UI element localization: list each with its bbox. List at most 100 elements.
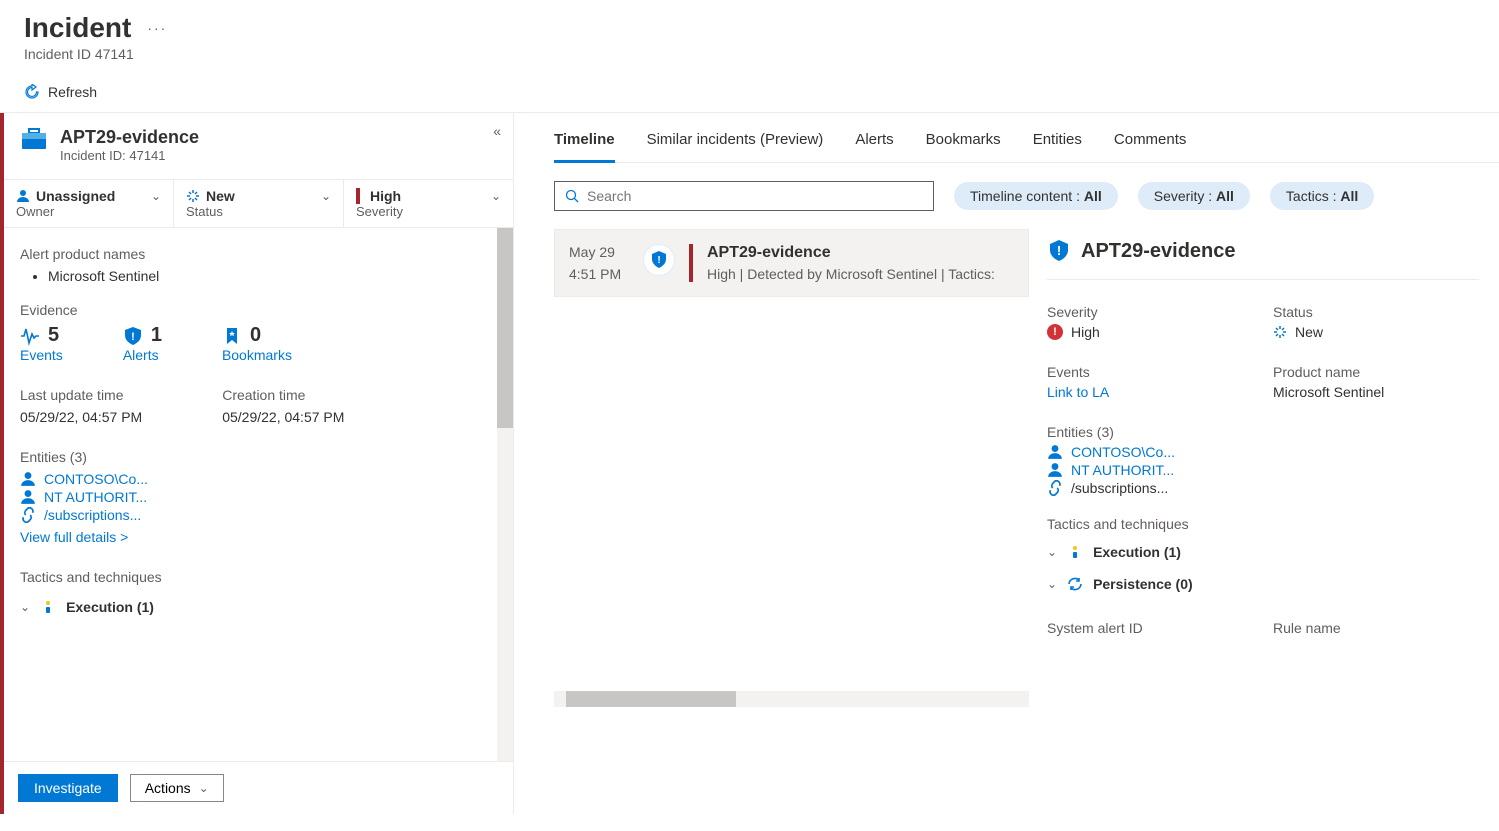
refresh-button[interactable]: Refresh <box>24 80 97 104</box>
chevron-down-icon: ⌄ <box>491 189 501 203</box>
more-menu-icon[interactable]: ··· <box>147 20 167 36</box>
entity-item-user[interactable]: NT AUTHORIT... <box>1047 462 1479 478</box>
evidence-alerts[interactable]: ! 1 Alerts <box>123 324 162 363</box>
chevron-down-icon: ⌄ <box>321 189 331 203</box>
timeline-item-subtitle: High | Detected by Microsoft Sentinel | … <box>707 266 1014 282</box>
scrollbar-vertical[interactable] <box>497 228 513 761</box>
person-icon <box>20 471 36 487</box>
alerts-shield-icon: ! <box>123 326 143 346</box>
last-update-label: Last update time <box>20 387 142 403</box>
filter-severity[interactable]: Severity : All <box>1138 182 1250 210</box>
person-icon <box>16 189 30 203</box>
entities-label: Entities (3) <box>20 449 497 465</box>
left-scroll-area[interactable]: Alert product names Microsoft Sentinel E… <box>4 228 513 761</box>
tab-alerts[interactable]: Alerts <box>855 131 893 162</box>
entity-item-link[interactable]: /subscriptions... <box>20 507 497 523</box>
detail-title: APT29-evidence <box>1081 240 1236 263</box>
filter-timeline-content[interactable]: Timeline content : All <box>954 182 1118 210</box>
incident-id: Incident ID: 47141 <box>60 148 199 163</box>
severity-high-icon: ! <box>1047 324 1063 340</box>
detail-product-value: Microsoft Sentinel <box>1273 384 1479 400</box>
last-update-value: 05/29/22, 04:57 PM <box>20 409 142 425</box>
tactic-execution[interactable]: ⌄ Execution (1) <box>20 591 497 623</box>
search-icon <box>565 189 579 203</box>
svg-text:!: ! <box>131 331 135 343</box>
page-header: Incident ··· Incident ID 47141 Refresh <box>0 0 1499 113</box>
person-icon <box>1047 462 1063 478</box>
tab-timeline[interactable]: Timeline <box>554 131 615 163</box>
severity-bar-icon <box>356 188 360 204</box>
person-icon <box>1047 444 1063 460</box>
chevron-down-icon: ⌄ <box>1047 577 1057 591</box>
owner-dropdown[interactable]: Unassigned ⌄ Owner <box>4 180 174 227</box>
collapse-icon[interactable]: « <box>493 123 501 139</box>
detail-severity-value: High <box>1071 324 1100 340</box>
tabs: Timeline Similar incidents (Preview) Ale… <box>554 113 1499 163</box>
detail-status-value: New <box>1295 324 1323 340</box>
search-box[interactable] <box>554 181 934 211</box>
view-full-details-link[interactable]: View full details > <box>20 529 128 545</box>
scrollbar-horizontal[interactable] <box>554 691 1029 707</box>
filter-tactics[interactable]: Tactics : All <box>1270 182 1374 210</box>
timeline-item-title: APT29-evidence <box>707 244 1014 262</box>
tactic-execution-detail[interactable]: ⌄ Execution (1) <box>1047 536 1479 568</box>
link-to-la[interactable]: Link to LA <box>1047 384 1109 400</box>
evidence-label: Evidence <box>20 302 497 318</box>
system-alert-id-label: System alert ID <box>1047 620 1253 636</box>
detail-events-label: Events <box>1047 364 1253 380</box>
execution-icon <box>1067 544 1083 560</box>
incident-name: APT29-evidence <box>60 127 199 148</box>
svg-text:!: ! <box>657 255 660 266</box>
evidence-events[interactable]: 5 Events <box>20 324 63 363</box>
search-input[interactable] <box>587 188 923 204</box>
evidence-bookmarks[interactable]: 0 Bookmarks <box>222 324 292 363</box>
tab-similar-incidents[interactable]: Similar incidents (Preview) <box>647 131 824 162</box>
entity-item-user[interactable]: CONTOSO\Co... <box>20 471 497 487</box>
entity-item-link[interactable]: /subscriptions... <box>1047 480 1479 496</box>
svg-text:!: ! <box>1057 243 1061 258</box>
detail-product-label: Product name <box>1273 364 1479 380</box>
link-icon <box>20 507 36 523</box>
creation-time-label: Creation time <box>222 387 344 403</box>
refresh-label: Refresh <box>48 84 97 100</box>
refresh-icon <box>24 84 40 100</box>
entity-item-user[interactable]: NT AUTHORIT... <box>20 489 497 505</box>
rule-name-label: Rule name <box>1273 620 1479 636</box>
status-dropdown[interactable]: New ⌄ Status <box>174 180 344 227</box>
execution-icon <box>40 599 56 615</box>
chevron-down-icon: ⌄ <box>151 189 161 203</box>
tactics-label: Tactics and techniques <box>20 569 497 585</box>
timeline-item[interactable]: May 29 4:51 PM ! APT29-evidence High | D… <box>554 229 1029 297</box>
actions-dropdown[interactable]: Actions ⌄ <box>130 774 224 802</box>
alert-product-item: Microsoft Sentinel <box>48 268 497 284</box>
persistence-icon <box>1067 576 1083 592</box>
page-title: Incident <box>24 12 131 44</box>
shield-icon: ! <box>643 244 675 276</box>
creation-time-value: 05/29/22, 04:57 PM <box>222 409 344 425</box>
left-panel: APT29-evidence Incident ID: 47141 « Unas… <box>4 113 514 814</box>
detail-entities-label: Entities (3) <box>1047 424 1479 440</box>
detail-panel: ! APT29-evidence Severity ! High Status <box>1029 229 1499 814</box>
entity-item-user[interactable]: CONTOSO\Co... <box>1047 444 1479 460</box>
person-icon <box>20 489 36 505</box>
severity-bar-icon <box>689 244 693 282</box>
chevron-down-icon: ⌄ <box>20 600 30 614</box>
investigate-button[interactable]: Investigate <box>18 774 118 802</box>
tab-bookmarks[interactable]: Bookmarks <box>926 131 1001 162</box>
events-icon <box>20 326 40 346</box>
briefcase-icon <box>20 127 48 151</box>
alert-products-label: Alert product names <box>20 246 497 262</box>
right-panel: Timeline Similar incidents (Preview) Ale… <box>514 113 1499 814</box>
page-subtitle: Incident ID 47141 <box>24 46 1475 62</box>
tab-comments[interactable]: Comments <box>1114 131 1187 162</box>
status-new-icon <box>186 189 200 203</box>
chevron-down-icon: ⌄ <box>1047 545 1057 559</box>
tactic-persistence-detail[interactable]: ⌄ Persistence (0) <box>1047 568 1479 600</box>
shield-icon: ! <box>1047 239 1071 263</box>
bookmark-icon <box>222 326 242 346</box>
severity-dropdown[interactable]: High ⌄ Severity <box>344 180 513 227</box>
link-icon <box>1047 480 1063 496</box>
tab-entities[interactable]: Entities <box>1033 131 1082 162</box>
status-new-icon <box>1273 325 1287 339</box>
detail-tactics-label: Tactics and techniques <box>1047 516 1479 532</box>
